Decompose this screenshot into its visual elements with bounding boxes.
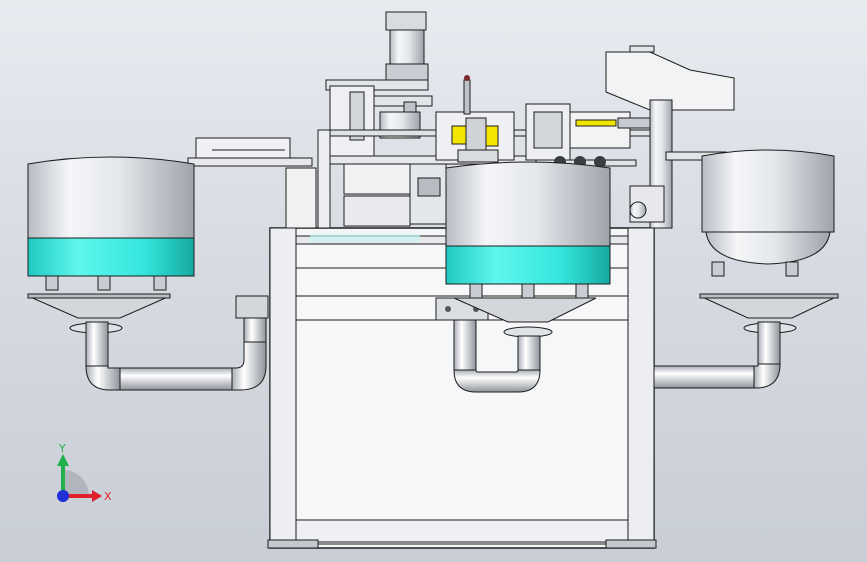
z-axis-dot [57, 490, 69, 502]
press-cylinder [325, 11, 429, 91]
cad-viewport[interactable]: Y X [0, 0, 867, 562]
gripper-assembly [435, 75, 515, 163]
right-discharge-pipe [653, 321, 781, 389]
x-axis-label: X [104, 490, 112, 503]
coordinate-triad: Y X [57, 442, 112, 503]
x-axis-arrowhead [92, 490, 102, 502]
right-vibratory-bowl [699, 149, 839, 334]
y-axis-arrowhead [57, 454, 69, 466]
y-axis-label: Y [58, 442, 66, 455]
